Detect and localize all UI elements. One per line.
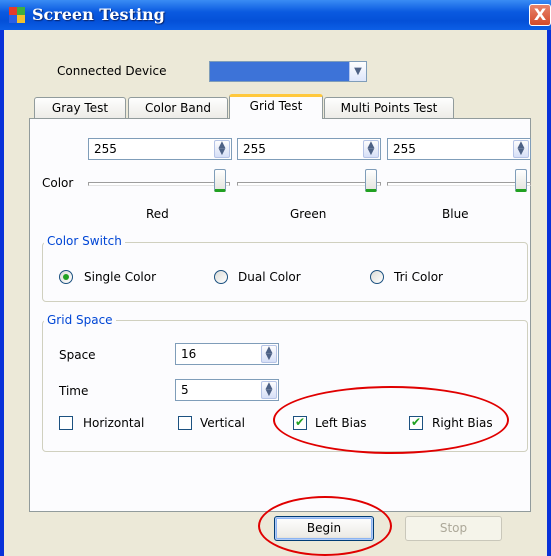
tri-color-label[interactable]: Tri Color [394,270,443,284]
red-value-input[interactable]: 255 ▲ ▼ [88,138,232,160]
space-input[interactable]: 16 ▲ ▼ [175,343,279,365]
tri-color-radio[interactable] [370,270,384,284]
grid-space-group [42,320,528,452]
tab-gray-test[interactable]: Gray Test [34,97,126,119]
tab-multi-points-test[interactable]: Multi Points Test [324,97,454,119]
vertical-label[interactable]: Vertical [200,416,245,430]
red-value: 255 [94,142,117,156]
blue-slider-track[interactable] [387,182,531,186]
tab-color-band[interactable]: Color Band [128,97,228,119]
spin-arrows-icon[interactable]: ▲ ▼ [363,140,379,158]
spin-arrows-icon[interactable]: ▲ ▼ [513,140,529,158]
title-bar[interactable]: Screen Testing X [0,0,551,30]
blue-value-input[interactable]: 255 ▲ ▼ [387,138,531,160]
green-slider-track[interactable] [237,182,381,186]
chevron-down-icon[interactable]: ▼ [349,62,366,81]
green-slider-thumb[interactable] [365,169,377,192]
green-value-input[interactable]: 255 ▲ ▼ [237,138,381,160]
space-label: Space [59,348,96,362]
color-label: Color [42,176,74,190]
red-slider-thumb[interactable] [214,169,226,192]
window-title: Screen Testing [32,5,165,24]
connected-device-label: Connected Device [57,64,167,78]
right-bias-checkbox[interactable] [409,415,423,430]
right-bias-label[interactable]: Right Bias [432,416,493,430]
left-bias-checkbox[interactable] [293,415,307,430]
spin-arrows-icon[interactable]: ▲ ▼ [261,381,277,399]
dual-color-label[interactable]: Dual Color [238,270,301,284]
connected-device-select[interactable]: ▼ [209,61,367,82]
time-value: 5 [181,383,189,397]
begin-button[interactable]: Begin [274,516,374,541]
red-label: Red [146,207,169,221]
screen-testing-window: Screen Testing X Connected Device ▼ Gray… [0,0,551,556]
space-value: 16 [181,347,197,361]
grid-space-title: Grid Space [44,313,116,327]
color-switch-title: Color Switch [44,234,125,248]
blue-label: Blue [442,207,469,221]
left-bias-label[interactable]: Left Bias [315,416,367,430]
close-icon[interactable]: X [529,4,551,26]
spin-arrows-icon[interactable]: ▲ ▼ [214,140,230,158]
green-value: 255 [243,142,266,156]
spin-arrows-icon[interactable]: ▲ ▼ [261,345,277,363]
blue-value: 255 [393,142,416,156]
app-icon [9,7,25,23]
stop-button[interactable]: Stop [405,516,502,541]
single-color-radio[interactable] [59,270,73,284]
single-color-label[interactable]: Single Color [84,270,156,284]
horizontal-label[interactable]: Horizontal [83,416,144,430]
time-label: Time [59,384,89,398]
horizontal-checkbox[interactable] [59,416,73,430]
red-slider-track[interactable] [88,182,230,186]
vertical-checkbox[interactable] [178,416,192,430]
green-label: Green [290,207,327,221]
time-input[interactable]: 5 ▲ ▼ [175,379,279,401]
tab-grid-test[interactable]: Grid Test [229,94,323,119]
dual-color-radio[interactable] [214,270,228,284]
blue-slider-thumb[interactable] [515,169,527,192]
